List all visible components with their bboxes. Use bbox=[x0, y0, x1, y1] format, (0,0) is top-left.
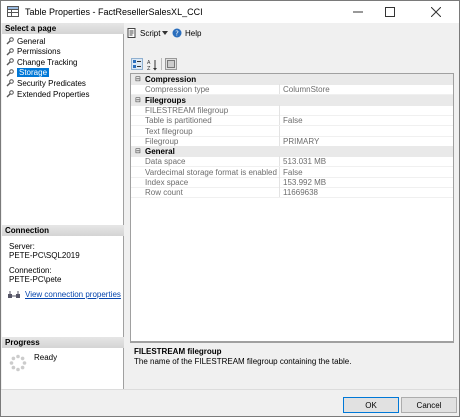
toolbar: Script ? Help bbox=[125, 23, 459, 45]
close-icon bbox=[431, 7, 441, 17]
description-title: FILESTREAM filegroup bbox=[134, 347, 222, 356]
page-item-general[interactable]: General bbox=[6, 36, 45, 46]
view-connection-properties-link[interactable]: View connection properties bbox=[25, 290, 121, 299]
page-item-security-predicates[interactable]: Security Predicates bbox=[6, 78, 86, 88]
wrench-icon bbox=[6, 58, 14, 66]
page-item-extended-properties[interactable]: Extended Properties bbox=[6, 89, 90, 99]
progress-spinner-icon bbox=[9, 354, 27, 372]
svg-text:Z: Z bbox=[147, 66, 151, 71]
progress-header: Progress bbox=[2, 337, 124, 348]
property-pages-icon bbox=[167, 60, 175, 68]
select-page-header: Select a page bbox=[2, 23, 124, 34]
wrench-icon bbox=[6, 68, 14, 77]
page-item-permissions[interactable]: Permissions bbox=[6, 47, 61, 57]
minimize-button[interactable] bbox=[343, 1, 373, 23]
help-icon: ? bbox=[172, 28, 182, 38]
page-item-label: Extended Properties bbox=[17, 89, 90, 99]
connection-header: Connection bbox=[2, 225, 124, 236]
grid-toolbar: A Z bbox=[131, 58, 177, 72]
script-dropdown-icon[interactable] bbox=[162, 31, 168, 35]
server-value: PETE-PC\SQL2019 bbox=[9, 251, 80, 260]
left-panel: Select a page General Permissions Change T… bbox=[2, 23, 124, 389]
script-label: Script bbox=[140, 28, 161, 38]
progress-status: Ready bbox=[34, 353, 58, 362]
svg-text:?: ? bbox=[175, 30, 179, 38]
category-label: Filegroups bbox=[145, 95, 186, 105]
close-button[interactable] bbox=[421, 1, 451, 23]
row-separator bbox=[131, 197, 453, 199]
view-connection-row: View connection properties bbox=[8, 290, 121, 299]
connection-label: Connection: bbox=[9, 266, 52, 275]
page-item-storage[interactable]: Storage bbox=[6, 68, 50, 78]
table-properties-dialog: Table Properties - FactResellerSalesXL_C… bbox=[0, 0, 460, 417]
title-bar: Table Properties - FactResellerSalesXL_C… bbox=[1, 1, 459, 23]
script-icon bbox=[127, 28, 136, 38]
property-row[interactable]: Row count 11669638 bbox=[131, 187, 453, 199]
page-item-label: Permissions bbox=[17, 47, 61, 57]
connection-icon bbox=[8, 290, 20, 298]
sort-alphabetical-icon: A Z bbox=[147, 60, 157, 72]
description-text: The name of the FILESTREAM filegroup con… bbox=[134, 357, 352, 366]
wrench-icon bbox=[6, 37, 14, 45]
property-pages-button[interactable] bbox=[165, 58, 177, 70]
page-item-label: General bbox=[17, 36, 46, 46]
wrench-icon bbox=[6, 47, 14, 56]
category-label: Compression bbox=[145, 75, 197, 84]
minimize-icon bbox=[353, 11, 363, 13]
maximize-button[interactable] bbox=[375, 1, 405, 23]
ok-button[interactable]: OK bbox=[343, 397, 399, 413]
wrench-icon bbox=[6, 79, 14, 87]
cancel-button[interactable]: Cancel bbox=[401, 397, 457, 413]
category-label: General bbox=[145, 147, 175, 157]
right-panel: Script ? Help A Z ⊟ Compression Compress… bbox=[125, 23, 459, 389]
wrench-icon bbox=[6, 90, 14, 98]
help-label: Help bbox=[185, 28, 202, 38]
server-label: Server: bbox=[9, 242, 35, 251]
categorized-icon bbox=[133, 60, 141, 68]
page-item-label: Storage bbox=[17, 68, 50, 78]
maximize-icon bbox=[385, 7, 395, 17]
page-item-change-tracking[interactable]: Change Tracking bbox=[6, 57, 77, 67]
button-bar: OK Cancel bbox=[1, 389, 459, 416]
description-panel: FILESTREAM filegroup The name of the FIL… bbox=[130, 342, 454, 388]
help-button[interactable]: ? Help bbox=[172, 28, 201, 38]
page-item-label: Security Predicates bbox=[17, 78, 86, 88]
alphabetical-button[interactable]: A Z bbox=[146, 58, 158, 72]
connection-value: PETE-PC\pete bbox=[9, 275, 62, 284]
script-button[interactable]: Script bbox=[127, 28, 160, 38]
window-title: Table Properties - FactResellerSalesXL_C… bbox=[25, 7, 203, 17]
table-app-icon bbox=[7, 6, 19, 17]
property-grid: ⊟ Compression Compression type ColumnStore ⊟… bbox=[130, 73, 454, 342]
categorized-button[interactable] bbox=[131, 58, 143, 70]
page-item-label: Change Tracking bbox=[17, 57, 78, 67]
